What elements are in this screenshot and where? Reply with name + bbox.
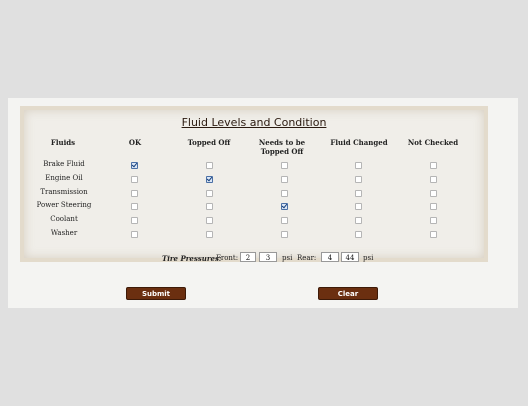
checkbox-ok[interactable] xyxy=(131,189,138,197)
checkbox-topped-off[interactable] xyxy=(206,217,213,225)
checkbox-not-checked[interactable] xyxy=(430,203,437,211)
row-label: Brake Fluid xyxy=(43,160,85,168)
rear-label: Rear: xyxy=(297,254,317,262)
checkbox-ok[interactable] xyxy=(131,231,138,238)
checkbox-not-checked[interactable] xyxy=(430,231,437,238)
checkbox-ok[interactable] xyxy=(131,217,138,225)
checkbox-not-checked[interactable] xyxy=(430,189,437,197)
tire-pressures-label: Tire Pressures: xyxy=(162,254,222,263)
form-title: Fluid Levels and Condition xyxy=(181,116,327,129)
checkbox-topped-off[interactable] xyxy=(206,189,213,197)
checkbox-needs-topped[interactable] xyxy=(281,217,288,225)
checkbox-ok[interactable] xyxy=(131,175,138,183)
front-unit: psi xyxy=(282,254,293,262)
checkbox-not-checked[interactable] xyxy=(430,175,437,183)
checkbox-fluid-changed[interactable] xyxy=(355,175,362,183)
clear-button[interactable]: Clear xyxy=(318,287,378,300)
checkbox-fluid-changed[interactable] xyxy=(355,162,362,169)
header-ok: OK xyxy=(128,138,142,147)
checkbox-ok[interactable] xyxy=(131,162,138,169)
row-label: Transmission xyxy=(40,187,88,196)
checkbox-fluid-changed[interactable] xyxy=(355,217,362,225)
header-not-checked: Not Checked xyxy=(407,138,459,147)
checkbox-fluid-changed[interactable] xyxy=(355,189,362,197)
checkbox-fluid-changed[interactable] xyxy=(355,203,362,211)
row-label: Washer xyxy=(50,229,78,237)
checkbox-topped-off[interactable] xyxy=(206,203,213,211)
rear-pressure-input-1[interactable]: 4 xyxy=(321,252,339,262)
rear-pressure-input-2[interactable]: 44 xyxy=(341,252,359,262)
front-pressure-input-1[interactable]: 2 xyxy=(240,252,256,262)
header-fluid-changed: Fluid Changed xyxy=(330,138,388,147)
header-needs-topped-off: Needs to be Topped Off xyxy=(258,138,306,156)
row-label: Engine Oil xyxy=(45,173,83,182)
checkbox-topped-off[interactable] xyxy=(206,231,213,238)
fluid-levels-panel: Fluid Levels and Condition Fluids OK Top… xyxy=(20,106,488,263)
row-label: Power Steering xyxy=(36,201,92,210)
checkbox-ok[interactable] xyxy=(131,203,138,211)
checkbox-not-checked[interactable] xyxy=(430,217,437,225)
submit-button[interactable]: Submit xyxy=(126,287,186,300)
header-topped-off: Topped Off xyxy=(187,138,231,147)
checkbox-topped-off[interactable] xyxy=(206,162,213,169)
header-fluids: Fluids xyxy=(50,138,76,147)
front-label: Front: xyxy=(216,254,239,262)
front-pressure-input-2[interactable]: 3 xyxy=(259,252,277,262)
rear-unit: psi xyxy=(363,254,374,262)
checkbox-needs-topped[interactable] xyxy=(281,175,288,183)
row-label: Coolant xyxy=(50,215,78,224)
checkbox-topped-off[interactable] xyxy=(206,175,213,183)
checkbox-needs-topped[interactable] xyxy=(281,231,288,238)
checkbox-not-checked[interactable] xyxy=(430,162,437,169)
checkbox-needs-topped[interactable] xyxy=(281,162,288,169)
checkbox-needs-topped[interactable] xyxy=(281,203,288,211)
checkbox-fluid-changed[interactable] xyxy=(355,231,362,238)
checkbox-needs-topped[interactable] xyxy=(281,189,288,197)
